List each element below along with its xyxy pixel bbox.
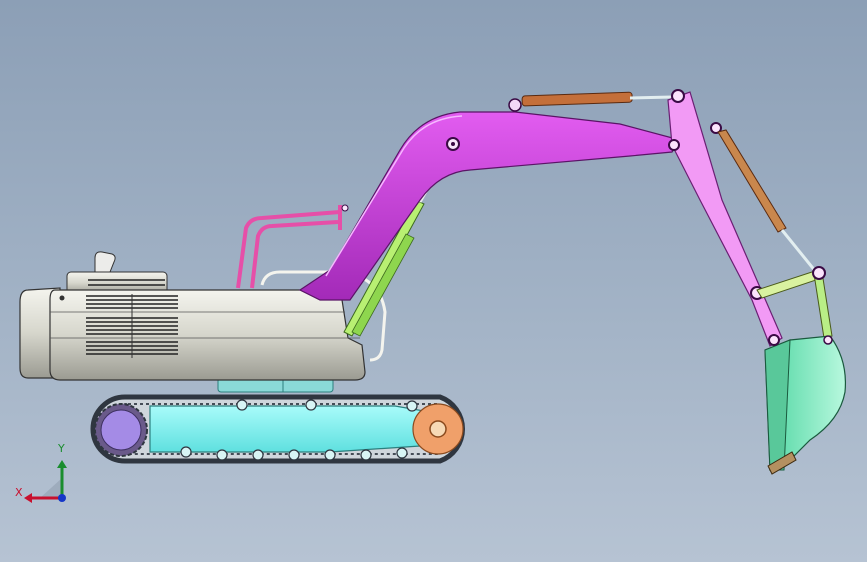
- exhaust-pipe[interactable]: [94, 251, 116, 273]
- linkage-pivot[interactable]: [812, 266, 826, 280]
- y-axis-label: Y: [58, 442, 65, 455]
- triad-plane: [40, 478, 62, 498]
- bucket[interactable]: [764, 334, 847, 475]
- undercarriage[interactable]: [90, 377, 466, 464]
- arm-boom-pin[interactable]: [668, 139, 680, 151]
- stick-arm[interactable]: [667, 89, 783, 347]
- coordinate-triad: [24, 460, 67, 503]
- arm-pivot-top[interactable]: [671, 89, 685, 103]
- drive-sprocket[interactable]: [94, 403, 148, 457]
- x-axis-label: X: [15, 486, 23, 499]
- z-axis-dot: [58, 494, 66, 502]
- idler-wheel[interactable]: [412, 403, 464, 455]
- cad-viewport[interactable]: [0, 0, 867, 562]
- arm-cylinder-rod: [629, 95, 673, 100]
- boom[interactable]: [298, 111, 681, 301]
- bucket-cylinder-rod: [780, 229, 818, 273]
- track-frame[interactable]: [149, 405, 441, 453]
- arm-cylinder[interactable]: [508, 91, 673, 112]
